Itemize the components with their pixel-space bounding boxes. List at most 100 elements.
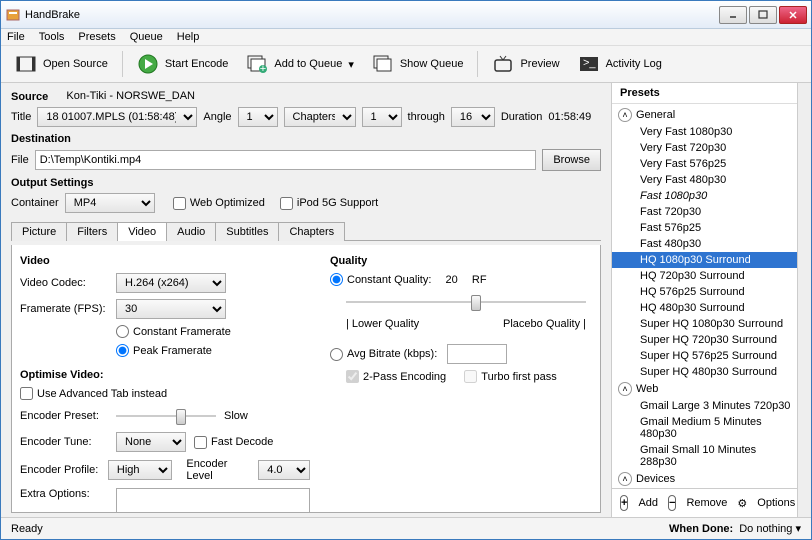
when-done-label: When Done: <box>669 523 733 535</box>
preset-item[interactable]: Fast 1080p30 <box>612 188 797 204</box>
preset-group-general[interactable]: ˄General <box>612 106 797 124</box>
range-mode-select[interactable]: Chapters <box>284 107 356 127</box>
destination-heading: Destination <box>11 133 601 145</box>
tab-body: Video Video Codec: H.264 (x264) Framerat… <box>11 245 601 513</box>
preset-options-button[interactable]: Options <box>757 497 795 509</box>
preset-group-web[interactable]: ˄Web <box>612 380 797 398</box>
titlebar: HandBrake <box>1 1 811 29</box>
preset-item-selected[interactable]: HQ 1080p30 Surround <box>612 252 797 268</box>
peak-framerate-radio[interactable]: Peak Framerate <box>116 344 212 357</box>
activity-log-button[interactable]: >_ Activity Log <box>572 50 668 78</box>
preset-item[interactable]: Fast 576p25 <box>612 220 797 236</box>
preset-list: ˄General Very Fast 1080p30 Very Fast 720… <box>612 104 797 488</box>
preset-item[interactable]: Fast 720p30 <box>612 204 797 220</box>
svg-text:+: + <box>260 63 266 74</box>
minimize-button[interactable] <box>719 6 747 24</box>
collapse-icon: ˄ <box>618 382 632 396</box>
show-queue-label: Show Queue <box>400 58 464 70</box>
preset-item[interactable]: Very Fast 576p25 <box>612 156 797 172</box>
avg-bitrate-input[interactable] <box>447 344 507 364</box>
menu-help[interactable]: Help <box>177 31 200 43</box>
constant-quality-radio[interactable]: Constant Quality: 20 RF <box>330 273 592 286</box>
container-select[interactable]: MP4 <box>65 193 155 213</box>
dropdown-icon: ▾ <box>348 58 354 71</box>
browse-button[interactable]: Browse <box>542 149 601 171</box>
encoder-level-select[interactable]: 4.0 <box>258 460 310 480</box>
preset-item[interactable]: HQ 720p30 Surround <box>612 268 797 284</box>
preview-button[interactable]: Preview <box>486 50 565 78</box>
film-icon <box>15 54 37 74</box>
tab-video[interactable]: Video <box>117 222 167 241</box>
web-optimized-check[interactable]: Web Optimized <box>173 197 265 210</box>
add-to-queue-button[interactable]: + Add to Queue ▾ <box>240 50 359 78</box>
preset-item[interactable]: Very Fast 480p30 <box>612 172 797 188</box>
turbo-first-pass-check: Turbo first pass <box>464 370 556 383</box>
scrollbar[interactable] <box>797 83 811 517</box>
gear-icon: ⚙ <box>737 497 747 510</box>
through-label: through <box>408 111 445 123</box>
presets-heading: Presets <box>612 83 797 104</box>
container-label: Container <box>11 197 59 209</box>
preset-item[interactable]: HQ 480p30 Surround <box>612 300 797 316</box>
destination-file-input[interactable] <box>35 150 537 170</box>
start-encode-label: Start Encode <box>165 58 229 70</box>
menu-file[interactable]: File <box>7 31 25 43</box>
show-queue-button[interactable]: Show Queue <box>366 50 470 78</box>
preset-item[interactable]: Super HQ 720p30 Surround <box>612 332 797 348</box>
encoder-preset-slider[interactable] <box>116 406 216 426</box>
menu-tools[interactable]: Tools <box>39 31 65 43</box>
menu-queue[interactable]: Queue <box>130 31 163 43</box>
tab-audio[interactable]: Audio <box>166 222 216 241</box>
encoder-preset-value: Slow <box>224 410 248 422</box>
status-text: Ready <box>11 523 43 535</box>
tab-subtitles[interactable]: Subtitles <box>215 222 279 241</box>
collapse-icon: ˄ <box>618 108 632 122</box>
preset-item[interactable]: Very Fast 720p30 <box>612 140 797 156</box>
preset-item[interactable]: Super HQ 1080p30 Surround <box>612 316 797 332</box>
add-preset-button[interactable]: Add <box>638 497 658 509</box>
advanced-tab-check[interactable]: Use Advanced Tab instead <box>20 387 310 400</box>
video-codec-select[interactable]: H.264 (x264) <box>116 273 226 293</box>
start-encode-button[interactable]: Start Encode <box>131 50 235 78</box>
preset-item[interactable]: Super HQ 480p30 Surround <box>612 364 797 380</box>
optimise-heading: Optimise Video: <box>20 369 310 381</box>
duration-label: Duration <box>501 111 543 123</box>
encoder-preset-label: Encoder Preset: <box>20 410 108 422</box>
menu-presets[interactable]: Presets <box>78 31 115 43</box>
two-pass-check: 2-Pass Encoding <box>346 370 446 383</box>
preset-item[interactable]: Fast 480p30 <box>612 236 797 252</box>
chapter-to-select[interactable]: 16 <box>451 107 495 127</box>
encoder-tune-select[interactable]: None <box>116 432 186 452</box>
preset-item[interactable]: Super HQ 576p25 Surround <box>612 348 797 364</box>
title-label: Title <box>11 111 31 123</box>
open-source-label: Open Source <box>43 58 108 70</box>
lower-quality-label: | Lower Quality <box>346 318 419 330</box>
chapter-from-select[interactable]: 1 <box>362 107 402 127</box>
title-select[interactable]: 18 01007.MPLS (01:58:48) <box>37 107 197 127</box>
play-icon <box>137 54 159 74</box>
open-source-button[interactable]: Open Source <box>9 50 114 78</box>
angle-select[interactable]: 1 <box>238 107 278 127</box>
quality-slider[interactable] <box>346 292 586 312</box>
remove-preset-button[interactable]: Remove <box>686 497 727 509</box>
fast-decode-check[interactable]: Fast Decode <box>194 436 273 449</box>
tab-filters[interactable]: Filters <box>66 222 118 241</box>
preset-item[interactable]: Gmail Small 10 Minutes 288p30 <box>612 442 797 470</box>
ipod-support-check[interactable]: iPod 5G Support <box>280 197 378 210</box>
preset-item[interactable]: Very Fast 1080p30 <box>612 124 797 140</box>
extra-options-input[interactable] <box>116 488 310 513</box>
close-button[interactable] <box>779 6 807 24</box>
framerate-select[interactable]: 30 <box>116 299 226 319</box>
when-done-select[interactable]: Do nothing ▾ <box>739 522 801 535</box>
constant-framerate-radio[interactable]: Constant Framerate <box>116 325 231 338</box>
preset-item[interactable]: HQ 576p25 Surround <box>612 284 797 300</box>
preset-item[interactable]: Gmail Medium 5 Minutes 480p30 <box>612 414 797 442</box>
fps-label: Framerate (FPS): <box>20 303 108 315</box>
encoder-profile-select[interactable]: High <box>108 460 172 480</box>
preset-item[interactable]: Gmail Large 3 Minutes 720p30 <box>612 398 797 414</box>
maximize-button[interactable] <box>749 6 777 24</box>
preset-group-devices[interactable]: ˄Devices <box>612 470 797 488</box>
avg-bitrate-radio[interactable]: Avg Bitrate (kbps): <box>330 344 592 364</box>
tab-chapters[interactable]: Chapters <box>278 222 345 241</box>
tab-picture[interactable]: Picture <box>11 222 67 241</box>
